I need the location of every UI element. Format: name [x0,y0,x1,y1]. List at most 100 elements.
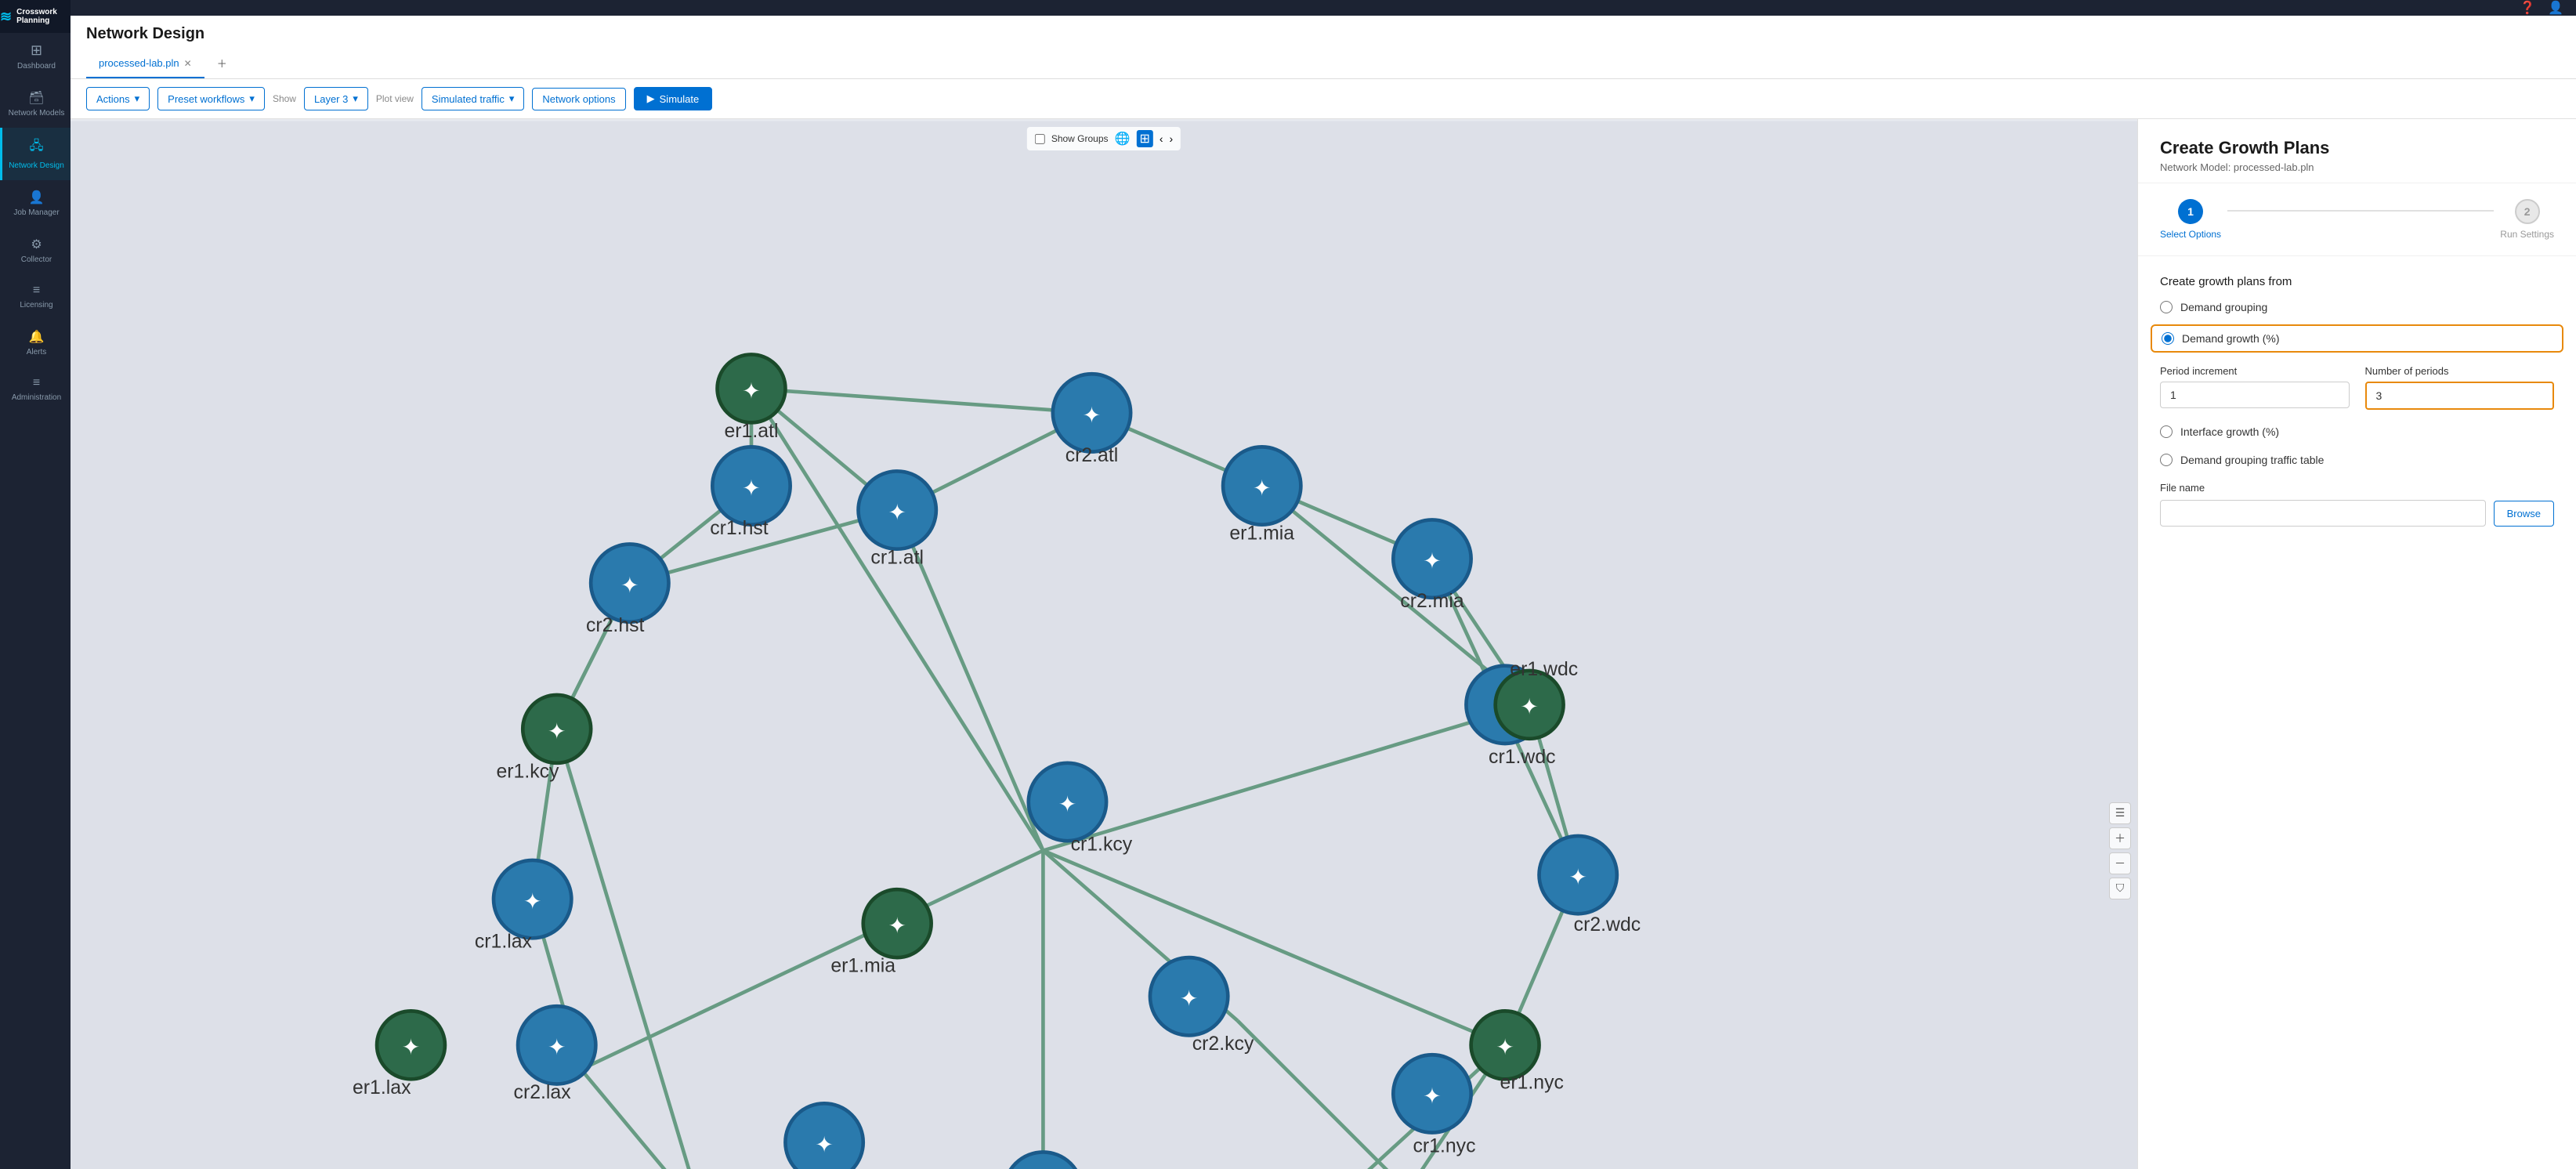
simulate-play-icon: ▶ [647,92,655,105]
layer3-button[interactable]: Layer 3 ▾ [304,87,368,110]
svg-text:cr2.kcy: cr2.kcy [1192,1033,1254,1055]
show-groups-checkbox[interactable] [1035,134,1045,144]
svg-text:✦: ✦ [1568,865,1586,889]
preset-workflows-button[interactable]: Preset workflows ▾ [157,87,265,110]
simulated-traffic-button[interactable]: Simulated traffic ▾ [421,87,525,110]
step-1-circle: 1 [2178,199,2203,224]
administration-icon: ≡ [33,376,40,390]
network-design-icon: 🖧 [30,137,44,158]
panel-subtitle: Network Model: processed-lab.pln [2160,161,2554,173]
layer3-chevron-icon: ▾ [353,92,358,105]
interface-growth-option[interactable]: Interface growth (%) [2160,425,2554,438]
layer3-label: Layer 3 [314,93,348,105]
tab-processed-lab[interactable]: processed-lab.pln ✕ [86,49,204,78]
section-title: Create growth plans from [2160,275,2554,288]
steps-container: 1 Select Options 2 Run Settings [2138,183,2576,256]
simulate-button[interactable]: ▶ Simulate [634,87,713,110]
svg-text:✦: ✦ [888,500,906,524]
tab-close-icon[interactable]: ✕ [184,58,192,69]
show-separator: Show [273,93,296,104]
tab-label: processed-lab.pln [99,57,179,69]
svg-text:✦: ✦ [402,1035,420,1059]
svg-text:cr1.hst: cr1.hst [710,518,769,539]
preset-workflows-chevron-icon: ▾ [249,92,255,105]
demand-grouping-radio[interactable] [2160,301,2173,313]
demand-growth-radio[interactable] [2162,332,2174,345]
period-increment-input[interactable] [2160,382,2350,408]
file-name-input[interactable] [2160,500,2486,527]
sidebar-label-network-design: Network Design [9,161,64,171]
network-options-button[interactable]: Network options [532,88,625,110]
collector-icon: ⚙ [31,237,42,252]
zoom-out-icon[interactable]: － [2109,852,2131,874]
demand-grouping-option[interactable]: Demand grouping [2160,301,2554,313]
actions-chevron-icon: ▾ [135,92,140,105]
sidebar-item-administration[interactable]: ≡ Administration [0,367,71,412]
svg-text:er1.atl: er1.atl [725,421,779,442]
step-2-circle: 2 [2515,199,2540,224]
list-icon[interactable]: ☰ [2109,802,2131,824]
content-row: Show Groups 🌐 ⊞ ‹ › [71,119,2576,1169]
step-2-label: Run Settings [2500,229,2554,240]
app-name: Crosswork Planning [16,8,71,25]
svg-text:cr1.kcy: cr1.kcy [1071,834,1133,856]
licensing-icon: ≡ [33,284,40,298]
simulated-traffic-chevron-icon: ▾ [509,92,515,105]
demand-grouping-traffic-label: Demand grouping traffic table [2180,454,2324,466]
demand-grouping-traffic-radio[interactable] [2160,454,2173,466]
demand-growth-option[interactable]: Demand growth (%) [2151,324,2563,353]
number-of-periods-input[interactable] [2365,382,2555,410]
network-options-label: Network options [542,93,615,105]
help-icon[interactable]: ❓ [2520,0,2535,16]
svg-text:cr2.hst: cr2.hst [586,615,645,636]
svg-text:✦: ✦ [1253,476,1271,500]
canvas-area: Show Groups 🌐 ⊞ ‹ › [71,119,2137,1169]
sidebar-label-alerts: Alerts [27,348,47,357]
simulate-label: Simulate [660,93,700,105]
sidebar-label-licensing: Licensing [20,301,52,310]
zoom-in-icon[interactable]: ＋ [2109,827,2131,849]
demand-growth-label: Demand growth (%) [2182,332,2280,345]
step-1: 1 Select Options [2160,199,2221,240]
svg-text:cr2.wdc: cr2.wdc [1574,914,1641,936]
sidebar-item-job-manager[interactable]: 👤 Job Manager [0,180,71,227]
svg-text:cr2.atl: cr2.atl [1065,445,1119,466]
svg-text:✦: ✦ [548,719,566,744]
dashboard-icon: ⊞ [31,42,42,59]
panel-header: Create Growth Plans Network Model: proce… [2138,119,2576,183]
chevron-left-icon[interactable]: ‹ [1160,132,1163,145]
topology-icon[interactable]: ⊞ [1136,130,1152,147]
sidebar-item-network-models[interactable]: 🗃 Network Models [0,81,71,128]
user-icon[interactable]: 👤 [2548,0,2563,16]
tab-add[interactable]: ＋ [204,49,240,78]
chevron-right-icon[interactable]: › [1170,132,1174,145]
sidebar-label-administration: Administration [12,393,61,403]
sidebar-item-dashboard[interactable]: ⊞ Dashboard [0,33,71,81]
svg-text:cr1.lax: cr1.lax [475,932,533,953]
svg-text:✦: ✦ [815,1132,833,1156]
person-icon[interactable]: ⛉ [2109,878,2131,899]
show-groups-label: Show Groups [1051,133,1109,144]
actions-button[interactable]: Actions ▾ [86,87,150,110]
svg-text:er1.mia: er1.mia [830,956,895,977]
svg-text:✦: ✦ [1058,792,1076,816]
svg-text:✦: ✦ [620,574,639,598]
actions-label: Actions [96,93,130,105]
browse-button[interactable]: Browse [2494,501,2554,527]
sidebar-item-collector[interactable]: ⚙ Collector [0,227,71,274]
demand-grouping-label: Demand grouping [2180,301,2267,313]
sidebar-item-licensing[interactable]: ≡ Licensing [0,274,71,320]
step-2: 2 Run Settings [2500,199,2554,240]
svg-text:er1.kcy: er1.kcy [496,761,559,782]
nd-header: Network Design processed-lab.pln ✕ ＋ [71,16,2576,79]
sidebar-item-network-design[interactable]: 🖧 Network Design [0,128,71,180]
demand-grouping-traffic-option[interactable]: Demand grouping traffic table [2160,454,2554,466]
interface-growth-radio[interactable] [2160,425,2173,438]
globe-icon[interactable]: 🌐 [1115,131,1131,147]
right-panel: Create Growth Plans Network Model: proce… [2137,119,2576,1169]
svg-text:✦: ✦ [1496,1035,1514,1059]
step-2-number: 2 [2524,205,2531,218]
sidebar-item-alerts[interactable]: 🔔 Alerts [0,320,71,367]
svg-text:✦: ✦ [1180,986,1198,1011]
page-title: Network Design [86,25,2560,43]
